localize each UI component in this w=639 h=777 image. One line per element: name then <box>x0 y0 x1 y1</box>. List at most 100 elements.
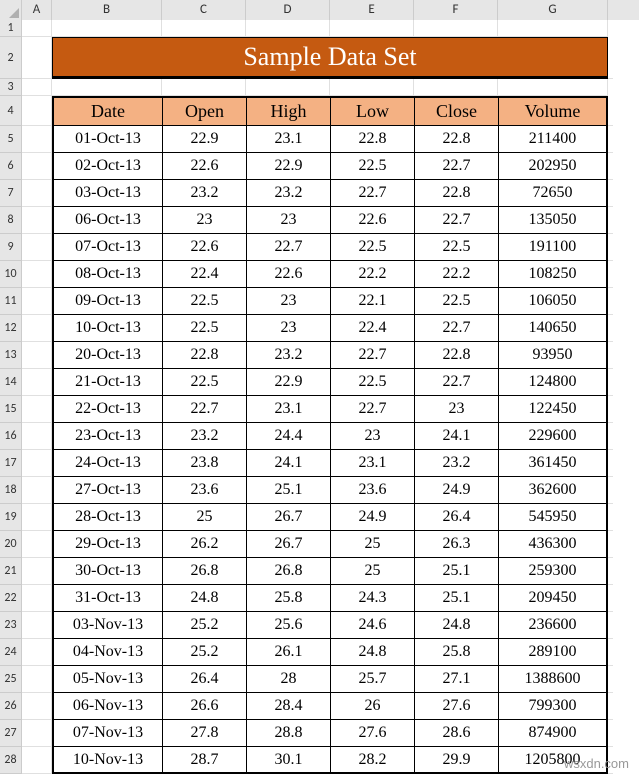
table-cell[interactable]: 24.3 <box>330 585 414 612</box>
col-header-e[interactable]: E <box>330 0 414 21</box>
cell[interactable] <box>22 450 52 477</box>
table-cell[interactable]: 22.2 <box>330 261 414 288</box>
table-cell[interactable]: 23.2 <box>414 450 498 477</box>
table-cell[interactable]: 26.4 <box>414 504 498 531</box>
table-cell[interactable]: 22.8 <box>414 180 498 207</box>
cell[interactable] <box>22 79 52 96</box>
cell[interactable] <box>498 20 608 37</box>
table-cell[interactable]: 24.9 <box>414 477 498 504</box>
table-cell[interactable]: 23.2 <box>162 423 246 450</box>
table-cell[interactable]: 23.2 <box>246 180 330 207</box>
table-cell[interactable]: 22.6 <box>330 207 414 234</box>
table-cell[interactable]: 545950 <box>498 504 608 531</box>
table-cell[interactable]: 30.1 <box>246 747 330 774</box>
table-cell[interactable]: 140650 <box>498 315 608 342</box>
table-cell[interactable]: 24.9 <box>330 504 414 531</box>
table-cell[interactable]: 10-Nov-13 <box>52 747 162 774</box>
row-header[interactable]: 21 <box>0 558 22 585</box>
table-cell[interactable]: 23 <box>414 396 498 423</box>
table-cell[interactable]: 25.1 <box>246 477 330 504</box>
table-header[interactable]: High <box>246 96 330 126</box>
cell[interactable] <box>22 37 52 79</box>
table-cell[interactable]: 122450 <box>498 396 608 423</box>
table-cell[interactable]: 259300 <box>498 558 608 585</box>
table-cell[interactable]: 22.2 <box>414 261 498 288</box>
row-header[interactable]: 28 <box>0 747 22 774</box>
table-cell[interactable]: 22.5 <box>330 234 414 261</box>
table-cell[interactable]: 25.1 <box>414 585 498 612</box>
table-cell[interactable]: 22.9 <box>162 126 246 153</box>
table-cell[interactable]: 26.4 <box>162 666 246 693</box>
table-cell[interactable]: 135050 <box>498 207 608 234</box>
row-header[interactable]: 15 <box>0 396 22 423</box>
table-cell[interactable]: 22.5 <box>330 153 414 180</box>
row-header[interactable]: 16 <box>0 423 22 450</box>
select-all-cell[interactable] <box>0 0 22 21</box>
table-cell[interactable]: 03-Nov-13 <box>52 612 162 639</box>
table-cell[interactable]: 25 <box>330 531 414 558</box>
table-cell[interactable]: 289100 <box>498 639 608 666</box>
table-cell[interactable]: 22.1 <box>330 288 414 315</box>
table-cell[interactable]: 07-Nov-13 <box>52 720 162 747</box>
table-cell[interactable]: 09-Oct-13 <box>52 288 162 315</box>
table-cell[interactable]: 26.2 <box>162 531 246 558</box>
cell[interactable] <box>246 20 330 37</box>
table-cell[interactable]: 202950 <box>498 153 608 180</box>
table-cell[interactable]: 23.2 <box>246 342 330 369</box>
row-header[interactable]: 19 <box>0 504 22 531</box>
row-header[interactable]: 9 <box>0 234 22 261</box>
col-header-c[interactable]: C <box>162 0 246 21</box>
cell[interactable] <box>22 126 52 153</box>
table-cell[interactable]: 22.9 <box>246 369 330 396</box>
row-header[interactable]: 2 <box>0 37 22 79</box>
cell[interactable] <box>414 20 498 37</box>
row-header[interactable]: 27 <box>0 720 22 747</box>
table-cell[interactable]: 10-Oct-13 <box>52 315 162 342</box>
table-cell[interactable]: 28-Oct-13 <box>52 504 162 531</box>
table-cell[interactable]: 25.6 <box>246 612 330 639</box>
table-cell[interactable]: 08-Oct-13 <box>52 261 162 288</box>
table-cell[interactable]: 22.5 <box>162 369 246 396</box>
table-cell[interactable]: 23 <box>162 207 246 234</box>
table-cell[interactable]: 191100 <box>498 234 608 261</box>
table-cell[interactable]: 24.8 <box>162 585 246 612</box>
table-cell[interactable]: 211400 <box>498 126 608 153</box>
table-cell[interactable]: 22.5 <box>414 234 498 261</box>
table-cell[interactable]: 436300 <box>498 531 608 558</box>
col-header-d[interactable]: D <box>246 0 330 21</box>
col-header-f[interactable]: F <box>414 0 498 21</box>
cell[interactable] <box>22 639 52 666</box>
cell[interactable] <box>52 20 162 37</box>
table-cell[interactable]: 26.3 <box>414 531 498 558</box>
row-header[interactable]: 3 <box>0 79 22 96</box>
cell[interactable] <box>498 79 608 96</box>
table-cell[interactable]: 26.1 <box>246 639 330 666</box>
cell[interactable] <box>22 207 52 234</box>
table-cell[interactable]: 22.7 <box>330 342 414 369</box>
table-header[interactable]: Close <box>414 96 498 126</box>
table-cell[interactable]: 04-Nov-13 <box>52 639 162 666</box>
table-cell[interactable]: 06-Nov-13 <box>52 693 162 720</box>
cell[interactable] <box>22 342 52 369</box>
col-header-b[interactable]: B <box>52 0 162 21</box>
cell[interactable] <box>22 96 52 126</box>
table-cell[interactable]: 22.7 <box>330 396 414 423</box>
row-header[interactable]: 24 <box>0 639 22 666</box>
table-cell[interactable]: 28.6 <box>414 720 498 747</box>
table-cell[interactable]: 209450 <box>498 585 608 612</box>
table-cell[interactable]: 72650 <box>498 180 608 207</box>
table-cell[interactable]: 22.7 <box>414 153 498 180</box>
table-cell[interactable]: 361450 <box>498 450 608 477</box>
cell[interactable] <box>22 315 52 342</box>
cell[interactable] <box>330 79 414 96</box>
table-cell[interactable]: 22.9 <box>246 153 330 180</box>
table-cell[interactable]: 362600 <box>498 477 608 504</box>
cell[interactable] <box>22 369 52 396</box>
cell[interactable] <box>22 558 52 585</box>
cell[interactable] <box>22 531 52 558</box>
cell[interactable] <box>22 261 52 288</box>
table-cell[interactable]: 22.4 <box>330 315 414 342</box>
table-cell[interactable]: 22.7 <box>414 315 498 342</box>
row-header[interactable]: 22 <box>0 585 22 612</box>
table-cell[interactable]: 25.2 <box>162 612 246 639</box>
